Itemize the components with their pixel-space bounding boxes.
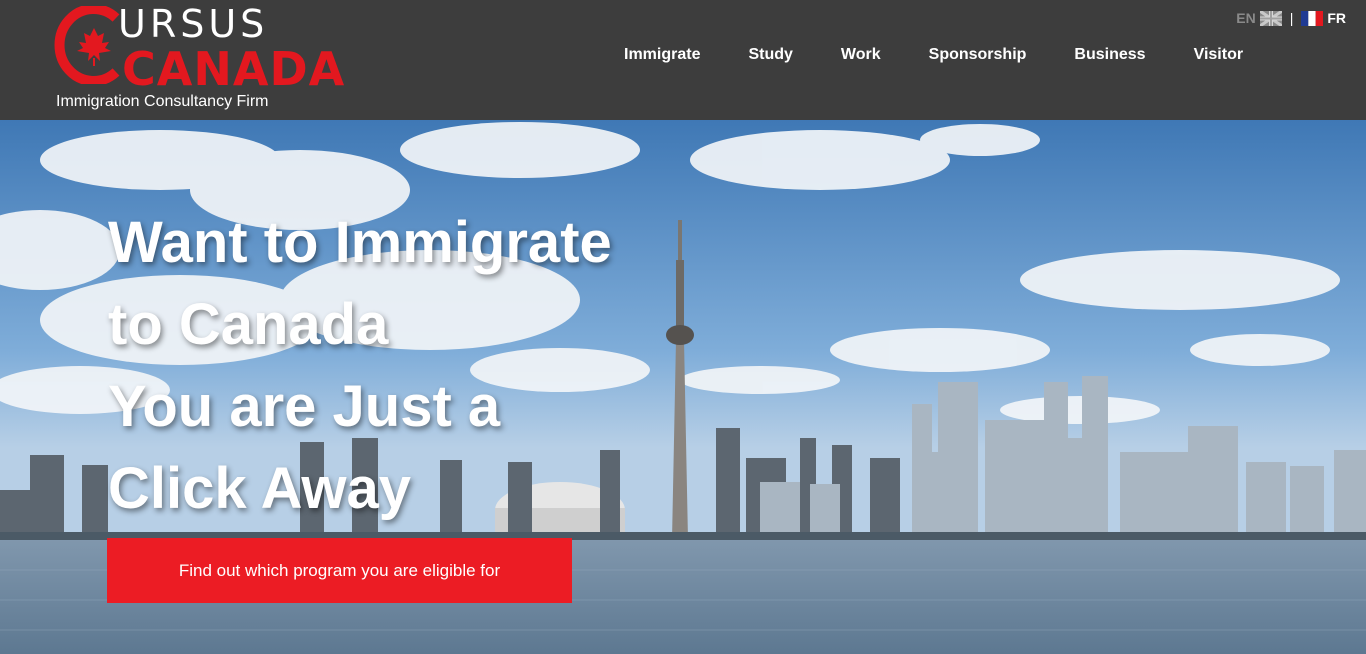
- nav-item-sponsorship[interactable]: Sponsorship: [905, 46, 1051, 64]
- eligibility-cta-button[interactable]: Find out which program you are eligible …: [107, 538, 572, 603]
- main-nav: Immigrate Study Work Sponsorship Busines…: [600, 46, 1267, 64]
- hero-headline: Want to Immigrate to Canada You are Just…: [108, 202, 728, 530]
- nav-item-study[interactable]: Study: [724, 46, 816, 64]
- nav-item-business[interactable]: Business: [1050, 46, 1169, 64]
- language-fr-link[interactable]: FR: [1327, 10, 1346, 26]
- nav-item-immigrate[interactable]: Immigrate: [600, 46, 724, 64]
- logo[interactable]: URSUS CANADA Immigration Consultancy Fir…: [52, 2, 344, 116]
- headline-line: You are Just a: [108, 374, 501, 439]
- nav-item-visitor[interactable]: Visitor: [1170, 46, 1268, 64]
- logo-text-bottom: CANADA: [122, 42, 346, 96]
- logo-text-top: URSUS: [118, 2, 269, 46]
- site-header: URSUS CANADA Immigration Consultancy Fir…: [0, 0, 1366, 120]
- hero-section: Want to Immigrate to Canada You are Just…: [0, 120, 1366, 654]
- logo-tagline: Immigration Consultancy Firm: [56, 93, 269, 110]
- maple-leaf-logo-icon: [54, 6, 120, 84]
- headline-line: Want to Immigrate: [108, 210, 612, 275]
- nav-item-work[interactable]: Work: [817, 46, 905, 64]
- language-en-link[interactable]: EN: [1236, 10, 1255, 26]
- uk-flag-icon[interactable]: [1259, 10, 1282, 26]
- headline-line: to Canada: [108, 292, 389, 357]
- language-switcher: EN | FR: [1236, 10, 1346, 26]
- language-separator: |: [1289, 10, 1294, 26]
- france-flag-icon[interactable]: [1301, 10, 1324, 26]
- headline-line: Click Away: [108, 456, 412, 521]
